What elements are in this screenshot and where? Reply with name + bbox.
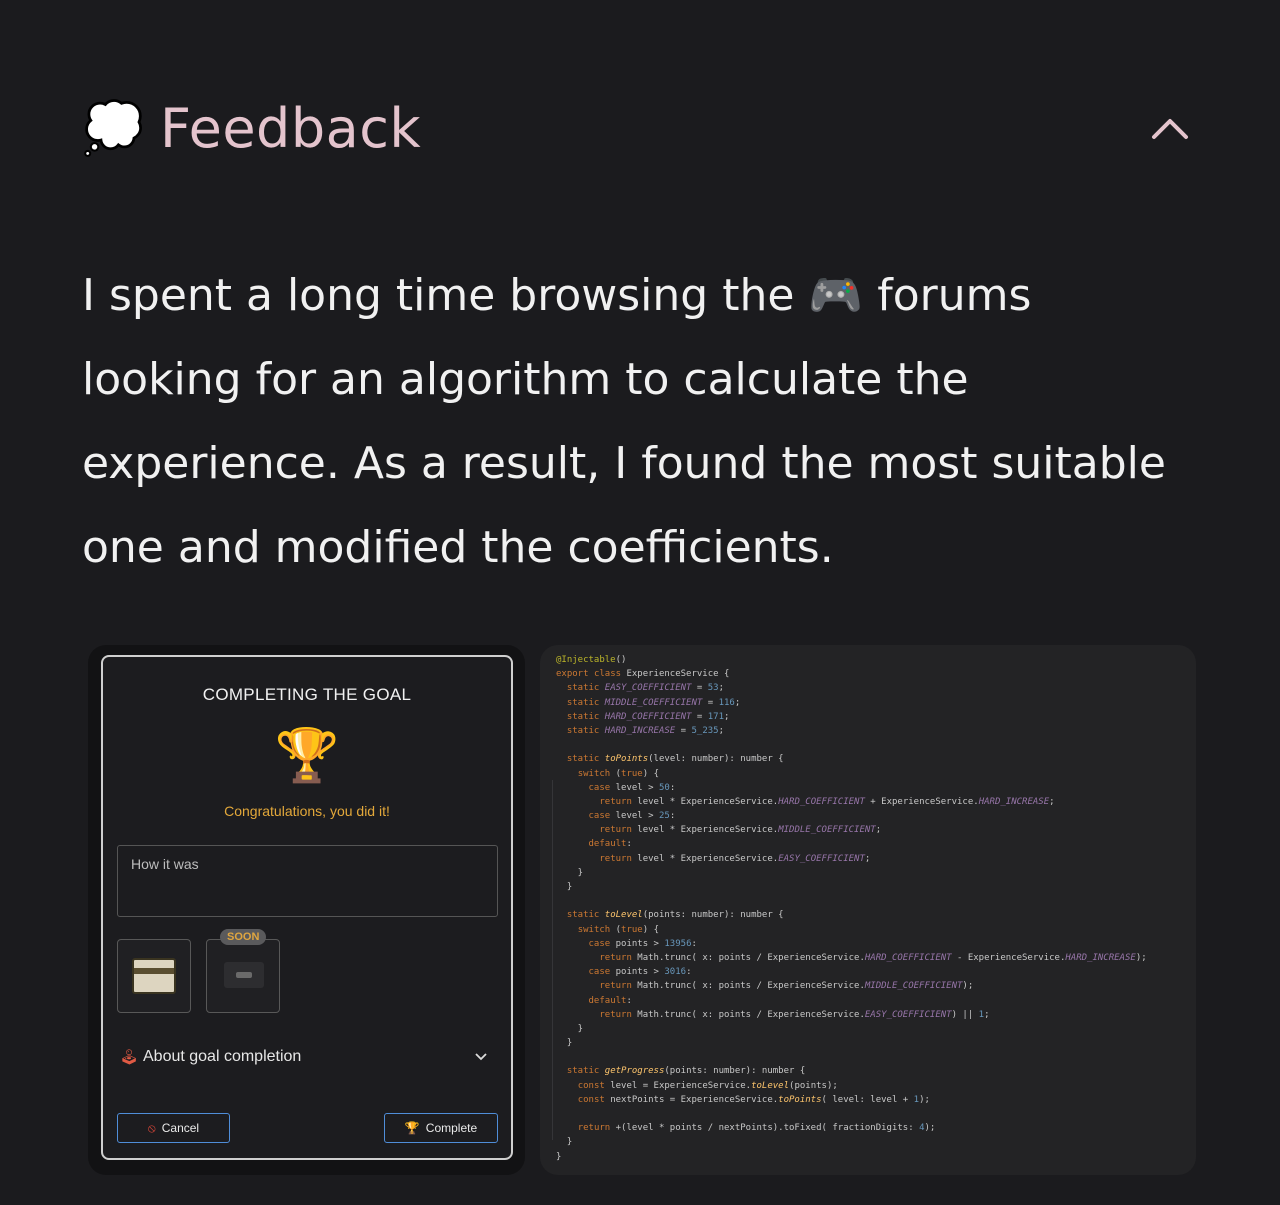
code-line: return Math.trunc( x: points / Experienc… (599, 952, 1147, 963)
code-line: const nextPoints = ExperienceService.toP… (577, 1094, 930, 1105)
film-media-tile[interactable] (117, 939, 191, 1013)
code-line: case level > 50: (588, 782, 676, 793)
trophy-icon: 🏆 (274, 727, 340, 785)
code-line: case points > 3016: (588, 967, 692, 978)
code-line: } (556, 867, 584, 878)
code-line: static MIDDLE_COEFFICIENT = 116; (566, 697, 741, 708)
code-line: static toPoints(level: number): number { (566, 754, 784, 765)
code-line: static HARD_COEFFICIENT = 171; (566, 711, 730, 722)
screenshot-code[interactable]: @Injectable() export class ExperienceServ… (540, 645, 1196, 1175)
code-line: } (556, 1038, 573, 1049)
code-line: static toLevel(points: number): number { (566, 910, 784, 921)
joystick-icon: 🕹 (119, 1049, 139, 1066)
feedback-body: I spent a long time browsing the 🎮 forum… (82, 254, 1197, 590)
thought-bubble-icon: 💭 (82, 100, 145, 156)
code-line: } (556, 882, 573, 892)
code-line: } (556, 1137, 573, 1148)
code-line: default: (588, 839, 632, 850)
code-line: return Math.trunc( x: points / Experienc… (599, 1009, 990, 1020)
section-title: Feedback (160, 96, 422, 160)
soon-badge: SOON (220, 929, 267, 945)
indent-guide (552, 780, 553, 1140)
body-text-start: I spent a long time browsing the (82, 270, 809, 321)
cancel-label: Cancel (161, 1121, 200, 1135)
code-line: static getProgress(points: number): numb… (566, 1066, 806, 1077)
gamepad-icon: 🎮 (808, 270, 864, 321)
cancel-icon: ⦸ (147, 1120, 156, 1135)
code-line: switch (true) { (577, 924, 659, 935)
code-line: case level > 25: (588, 811, 676, 822)
about-goal-completion-accordion[interactable]: 🕹 About goal completion (117, 1039, 498, 1075)
goal-dialog: COMPLETING THE GOAL 🏆 Congratulations, y… (101, 655, 513, 1160)
code-line: return level * ExperienceService.EASY_CO… (599, 853, 871, 864)
code-line: static EASY_COEFFICIENT = 53; (566, 683, 725, 694)
video-icon (224, 962, 264, 988)
locked-media-tile (206, 939, 280, 1013)
screenshot-goal-dialog[interactable]: COMPLETING THE GOAL 🏆 Congratulations, y… (88, 645, 525, 1175)
feedback-header[interactable]: 💭 Feedback (82, 96, 1192, 160)
dialog-title: COMPLETING THE GOAL (202, 685, 412, 704)
code-line: @Injectable() (556, 655, 627, 665)
code-line: return +(level * points / nextPoints).to… (577, 1123, 936, 1134)
film-icon (132, 958, 176, 994)
chevron-up-icon[interactable] (1148, 106, 1192, 150)
code-line: export class ExperienceService { (556, 669, 730, 680)
code-line: const level = ExperienceService.toLevel(… (577, 1080, 838, 1091)
how-it-was-placeholder: How it was (131, 856, 199, 872)
chevron-down-icon (474, 1049, 488, 1067)
trophy-small-icon: 🏆 (404, 1121, 420, 1135)
code-line: switch (true) { (577, 768, 659, 779)
how-it-was-field[interactable]: How it was (117, 845, 498, 917)
code-line: return level * ExperienceService.MIDDLE_… (599, 825, 882, 836)
complete-label: Complete (425, 1121, 478, 1135)
code-line: default: (588, 995, 632, 1006)
code-block: @Injectable() export class ExperienceServ… (556, 653, 1186, 1164)
code-line: return Math.trunc( x: points / Experienc… (599, 981, 974, 992)
code-line: static HARD_INCREASE = 5_235; (566, 725, 725, 736)
accordion-label: About goal completion (143, 1048, 302, 1065)
code-line: } (556, 1023, 584, 1034)
code-line: return level * ExperienceService.HARD_CO… (599, 796, 1055, 807)
congrats-text: Congratulations, you did it! (224, 803, 390, 819)
code-line: case points > 13956: (588, 938, 697, 949)
cancel-button[interactable]: ⦸ Cancel (117, 1113, 230, 1143)
complete-button[interactable]: 🏆 Complete (384, 1113, 498, 1143)
code-line: } (556, 1151, 562, 1162)
